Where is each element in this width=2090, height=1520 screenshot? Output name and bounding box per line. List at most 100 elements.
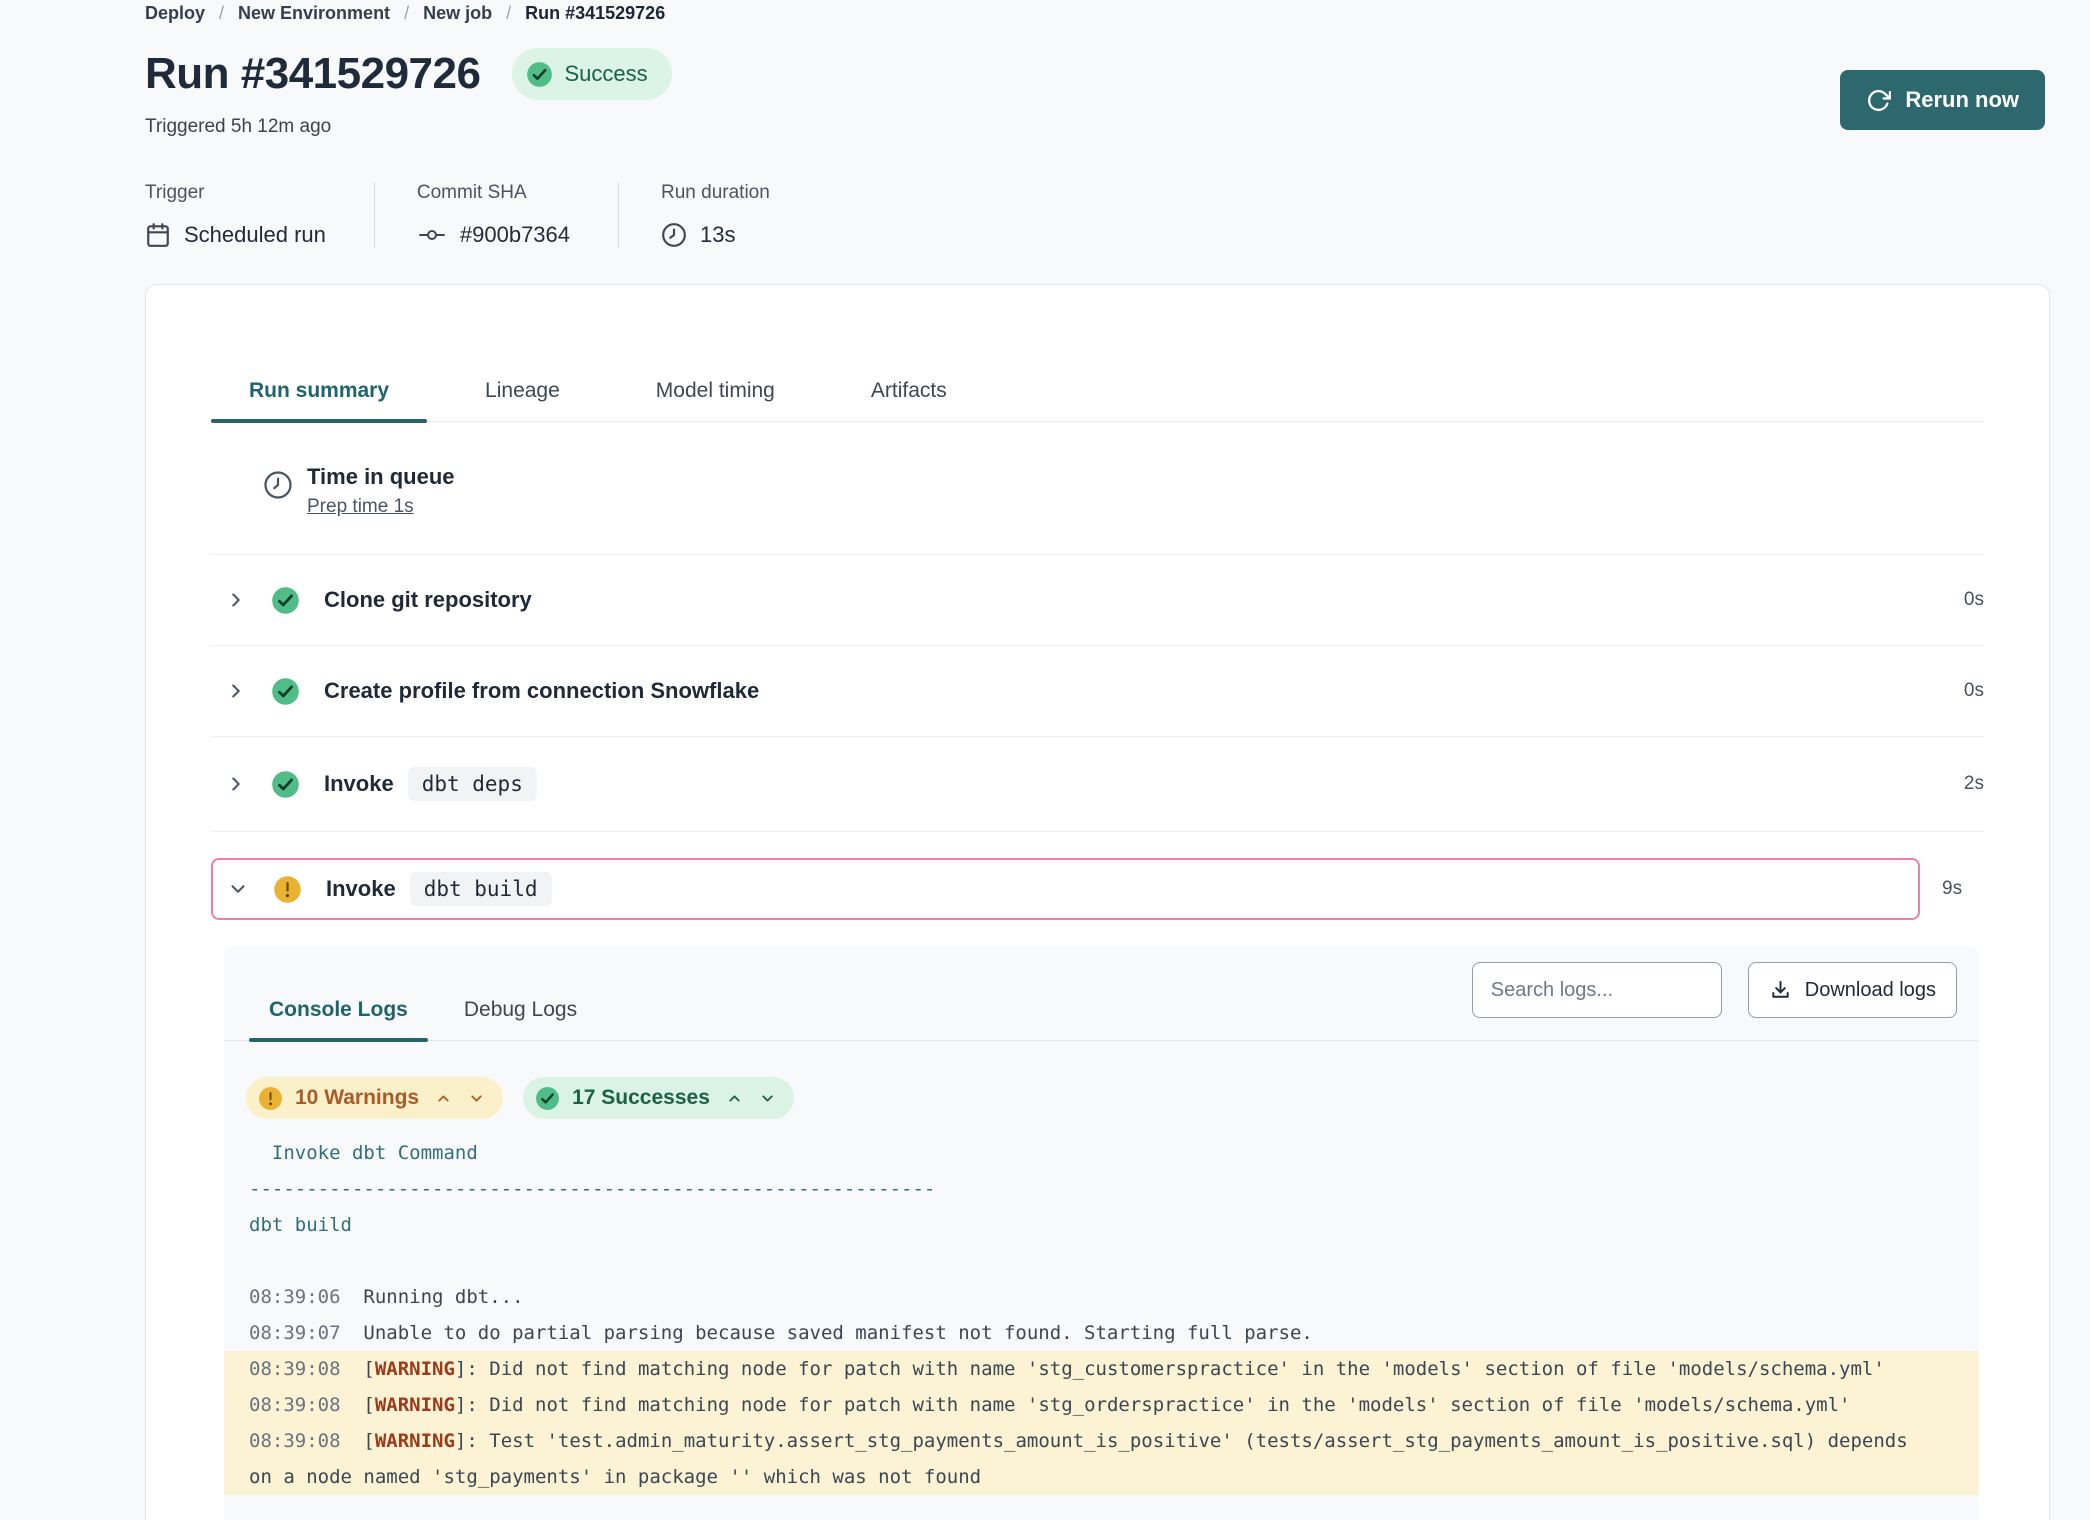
tab-artifacts[interactable]: Artifacts xyxy=(833,377,985,421)
clock-icon xyxy=(661,222,687,248)
duration-label: Run duration xyxy=(661,182,770,204)
console-logs-panel: Console Logs Debug Logs Download logs xyxy=(224,946,1979,1520)
tab-run-summary[interactable]: Run summary xyxy=(211,377,427,421)
log-timestamp: 08:39:08 xyxy=(249,1358,341,1380)
breadcrumb-job[interactable]: New job xyxy=(423,2,492,24)
log-timestamp: 08:39:08 xyxy=(249,1430,341,1452)
warning-bracket: ]: xyxy=(455,1430,478,1452)
triggered-timestamp: Triggered 5h 12m ago xyxy=(145,116,2050,138)
success-check-icon xyxy=(271,770,300,799)
download-logs-label: Download logs xyxy=(1805,979,1936,1002)
step-title: Create profile from connection Snowflake xyxy=(324,676,759,706)
breadcrumb-separator: / xyxy=(219,2,224,24)
chevron-right-icon[interactable] xyxy=(225,680,247,702)
meta-commit: Commit SHA #900b7364 xyxy=(374,182,618,248)
tab-console-logs[interactable]: Console Logs xyxy=(249,996,428,1040)
log-line-info: 08:39:07Unable to do partial parsing bec… xyxy=(224,1315,1979,1351)
calendar-icon xyxy=(145,222,171,248)
breadcrumb-current-run: Run #341529726 xyxy=(525,2,665,24)
log-message: Did not find matching node for patch wit… xyxy=(489,1394,1850,1416)
log-timestamp: 08:39:06 xyxy=(249,1286,341,1308)
warning-bracket: ]: xyxy=(455,1358,478,1380)
page-title: Run #341529726 xyxy=(145,49,480,99)
run-meta: Trigger Scheduled run Commit SHA #900b73… xyxy=(145,182,2090,248)
step-command-chip: dbt build xyxy=(410,872,552,906)
successes-next-caret-icon[interactable] xyxy=(759,1090,776,1107)
main-tabs: Run summary Lineage Model timing Artifac… xyxy=(211,377,1984,422)
log-message: Unable to do partial parsing because sav… xyxy=(363,1322,1312,1344)
trigger-label: Trigger xyxy=(145,182,326,204)
log-line-warning: 08:39:08 [WARNING]:Test 'test.admin_matur… xyxy=(224,1423,1979,1495)
success-check-icon xyxy=(271,586,300,615)
log-line-blank xyxy=(224,1243,1979,1279)
step-command-chip: dbt deps xyxy=(408,767,537,801)
warning-bracket: [ xyxy=(363,1430,374,1452)
log-line-info: 08:39:06 Running dbt... xyxy=(224,1279,1979,1315)
log-line-warning: 08:39:08 [WARNING]: Did not find matching … xyxy=(224,1351,1979,1387)
queue-title: Time in queue xyxy=(307,462,455,492)
warning-bracket: [ xyxy=(363,1394,374,1416)
success-check-icon xyxy=(526,61,553,88)
rerun-icon xyxy=(1866,88,1891,113)
warning-bracket: [ xyxy=(363,1358,374,1380)
success-check-icon xyxy=(535,1086,560,1111)
download-logs-button[interactable]: Download logs xyxy=(1748,962,1957,1018)
log-line-command-header: Invoke dbt Command xyxy=(224,1135,1979,1171)
breadcrumb-deploy[interactable]: Deploy xyxy=(145,2,205,24)
warnings-count-label: 10 Warnings xyxy=(295,1086,419,1110)
page-header: Deploy / New Environment / New job / Run… xyxy=(0,0,2090,138)
successes-prev-caret-icon[interactable] xyxy=(726,1090,743,1107)
step-title: Invoke xyxy=(326,874,396,904)
warnings-filter-pill[interactable]: 10 Warnings xyxy=(246,1077,503,1119)
log-line-rule: ----------------------------------------… xyxy=(224,1171,1979,1207)
chevron-right-icon[interactable] xyxy=(225,589,247,611)
console-header: Console Logs Debug Logs Download logs xyxy=(224,946,1979,1041)
step-invoke-dbt-build[interactable]: Invoke dbt build xyxy=(211,858,1920,920)
status-badge: Success xyxy=(512,48,671,100)
step-invoke-dbt-build-row: Invoke dbt build 9s xyxy=(211,858,1984,920)
log-message: Running dbt... xyxy=(363,1286,523,1308)
breadcrumb-environment[interactable]: New Environment xyxy=(238,2,390,24)
successes-count-label: 17 Successes xyxy=(572,1086,710,1110)
step-invoke-dbt-deps[interactable]: Invoke dbt deps 2s xyxy=(211,737,1984,832)
step-duration: 0s xyxy=(1964,589,1984,611)
tab-model-timing[interactable]: Model timing xyxy=(618,377,813,421)
warning-icon xyxy=(273,875,302,904)
status-badge-label: Success xyxy=(564,61,647,87)
breadcrumb: Deploy / New Environment / New job / Run… xyxy=(145,2,2050,24)
tab-debug-logs[interactable]: Debug Logs xyxy=(444,996,597,1040)
log-message: Did not find matching node for patch wit… xyxy=(489,1358,1885,1380)
chevron-down-icon[interactable] xyxy=(227,878,249,900)
log-output: Invoke dbt Command ---------------------… xyxy=(224,1135,1979,1495)
console-tabs: Console Logs Debug Logs xyxy=(249,996,597,1040)
tab-lineage[interactable]: Lineage xyxy=(447,377,598,421)
step-duration: 2s xyxy=(1964,773,1984,795)
meta-trigger: Trigger Scheduled run xyxy=(145,182,374,248)
breadcrumb-separator: / xyxy=(404,2,409,24)
warnings-prev-caret-icon[interactable] xyxy=(435,1090,452,1107)
step-duration: 9s xyxy=(1942,878,1984,900)
download-icon xyxy=(1769,979,1792,1002)
warning-label: WARNING xyxy=(375,1358,455,1380)
step-title: Clone git repository xyxy=(324,585,532,615)
successes-filter-pill[interactable]: 17 Successes xyxy=(523,1077,794,1119)
log-message: Test 'test.admin_maturity.assert_stg_pay… xyxy=(249,1430,1908,1488)
chevron-right-icon[interactable] xyxy=(225,773,247,795)
git-commit-icon xyxy=(417,223,447,247)
step-clone-git-repository[interactable]: Clone git repository 0s xyxy=(211,555,1984,646)
warning-icon xyxy=(258,1086,283,1111)
search-logs-input[interactable] xyxy=(1472,962,1722,1018)
prep-time-link[interactable]: Prep time 1s xyxy=(307,494,414,520)
run-summary-card: Run summary Lineage Model timing Artifac… xyxy=(145,284,2050,1520)
rerun-now-button[interactable]: Rerun now xyxy=(1840,70,2045,130)
warnings-next-caret-icon[interactable] xyxy=(468,1090,485,1107)
step-create-profile[interactable]: Create profile from connection Snowflake… xyxy=(211,646,1984,737)
warning-bracket: ]: xyxy=(455,1394,478,1416)
queue-clock-icon xyxy=(263,470,293,505)
warning-label: WARNING xyxy=(375,1430,455,1452)
success-check-icon xyxy=(271,677,300,706)
step-title: Invoke xyxy=(324,769,394,799)
console-controls: Download logs xyxy=(1472,962,1957,1018)
commit-label: Commit SHA xyxy=(417,182,570,204)
trigger-value: Scheduled run xyxy=(184,222,326,248)
